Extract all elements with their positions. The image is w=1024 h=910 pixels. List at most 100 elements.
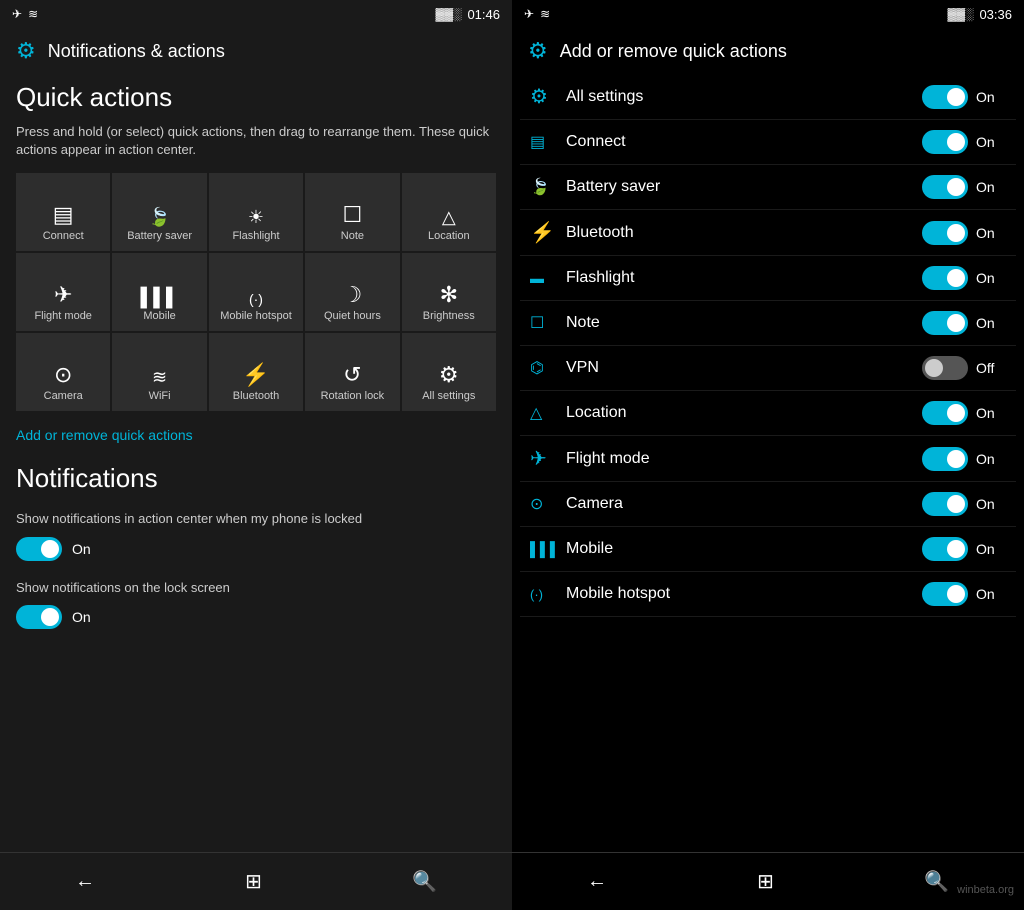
connect-toggle[interactable] — [922, 130, 968, 154]
all-settings-toggle-row: On — [922, 85, 1006, 109]
settings-item-all-settings: ⚙ All settings On — [520, 74, 1016, 120]
flight-mode-icon: ✈ — [530, 446, 566, 471]
bluetooth-toggle[interactable] — [922, 221, 968, 245]
tile-flight[interactable]: ✈ Flight mode — [16, 253, 110, 331]
tile-flashlight[interactable]: ☀ Flashlight — [209, 173, 303, 251]
tile-quiet[interactable]: ☽ Quiet hours — [305, 253, 399, 331]
right-home-button[interactable]: ⊞ — [737, 865, 794, 898]
left-header: ⚙ Notifications & actions — [0, 28, 512, 74]
right-gear-icon: ⚙ — [528, 38, 548, 64]
quick-actions-grid: ▤ Connect 🍃 Battery saver ☀ Flashlight ☐… — [16, 173, 496, 411]
signal-icon-1: ✈ — [12, 7, 22, 21]
note-label: Note — [566, 314, 922, 332]
tile-quiet-icon: ☽ — [343, 284, 363, 306]
tile-location[interactable]: △ Location — [402, 173, 496, 251]
tile-camera[interactable]: ⊙ Camera — [16, 333, 110, 411]
mobile-toggle[interactable] — [922, 537, 968, 561]
tile-hotspot-icon: (·) — [249, 292, 263, 306]
settings-item-hotspot: (·) Mobile hotspot On — [520, 572, 1016, 617]
tile-mobile[interactable]: ▌▌▌ Mobile — [112, 253, 206, 331]
left-header-title: Notifications & actions — [48, 41, 225, 62]
flight-toggle[interactable] — [922, 447, 968, 471]
tile-location-icon: △ — [442, 208, 456, 226]
tile-camera-icon: ⊙ — [54, 364, 72, 386]
settings-item-bluetooth: ⚡ Bluetooth On — [520, 210, 1016, 256]
settings-item-battery: 🍃 Battery saver On — [520, 165, 1016, 210]
battery-saver-icon: 🍃 — [530, 177, 566, 197]
right-header-title: Add or remove quick actions — [560, 41, 787, 62]
notif-lockscreen-state: On — [72, 609, 91, 625]
notif-lockscreen-toggle[interactable] — [16, 605, 62, 629]
tile-battery-icon: 🍃 — [148, 208, 170, 226]
flashlight-state: On — [976, 270, 1006, 286]
tile-note[interactable]: ☐ Note — [305, 173, 399, 251]
camera-toggle[interactable] — [922, 492, 968, 516]
left-search-button[interactable]: 🔍 — [392, 865, 457, 898]
location-toggle[interactable] — [922, 401, 968, 425]
signal-icon-2: ≋ — [28, 7, 38, 21]
notif-locked-toggle[interactable] — [16, 537, 62, 561]
note-toggle[interactable] — [922, 311, 968, 335]
tile-hotspot[interactable]: (·) Mobile hotspot — [209, 253, 303, 331]
tile-rotation-icon: ↺ — [343, 364, 361, 386]
tile-camera-label: Camera — [44, 390, 83, 403]
tile-battery-saver[interactable]: 🍃 Battery saver — [112, 173, 206, 251]
tile-brightness[interactable]: ✻ Brightness — [402, 253, 496, 331]
flashlight-icon: ▬ — [530, 270, 566, 286]
left-back-button[interactable]: ← — [55, 866, 115, 897]
right-back-button[interactable]: ← — [567, 866, 627, 897]
settings-item-vpn: ⌬ VPN Off — [520, 346, 1016, 391]
mobile-state: On — [976, 541, 1006, 557]
flashlight-toggle[interactable] — [922, 266, 968, 290]
battery-state: On — [976, 179, 1006, 195]
tile-wifi[interactable]: ≋ WiFi — [112, 333, 206, 411]
left-status-bar: ✈ ≋ ▓▓░ 01:46 — [0, 0, 512, 28]
note-toggle-row: On — [922, 311, 1006, 335]
flashlight-toggle-row: On — [922, 266, 1006, 290]
tile-note-icon: ☐ — [343, 204, 363, 226]
tile-connect[interactable]: ▤ Connect — [16, 173, 110, 251]
tile-hotspot-label: Mobile hotspot — [220, 310, 292, 323]
tile-connect-label: Connect — [43, 230, 84, 243]
hotspot-label: Mobile hotspot — [566, 585, 922, 603]
vpn-label: VPN — [566, 359, 922, 377]
left-time: 01:46 — [467, 7, 500, 22]
bluetooth-toggle-row: On — [922, 221, 1006, 245]
tile-brightness-label: Brightness — [423, 310, 475, 323]
tile-rotation[interactable]: ↺ Rotation lock — [305, 333, 399, 411]
left-bottom-nav: ← ⊞ 🔍 — [0, 852, 512, 910]
all-settings-icon: ⚙ — [530, 84, 566, 109]
battery-icon-left: ▓▓░ — [435, 7, 461, 21]
bluetooth-state: On — [976, 225, 1006, 241]
battery-toggle[interactable] — [922, 175, 968, 199]
vpn-toggle[interactable] — [922, 356, 968, 380]
battery-saver-label: Battery saver — [566, 178, 922, 196]
quick-actions-title: Quick actions — [16, 82, 496, 113]
connect-label: Connect — [566, 133, 922, 151]
add-remove-link[interactable]: Add or remove quick actions — [16, 427, 496, 443]
all-settings-toggle[interactable] — [922, 85, 968, 109]
tile-brightness-icon: ✻ — [440, 284, 458, 306]
tile-flight-icon: ✈ — [54, 284, 72, 306]
notif-locked-state: On — [72, 541, 91, 557]
flashlight-label: Flashlight — [566, 269, 922, 287]
left-home-button[interactable]: ⊞ — [225, 865, 282, 898]
notif-lockscreen-label: Show notifications on the lock screen — [16, 579, 496, 597]
right-status-right: ▓▓░ 03:36 — [947, 7, 1012, 22]
hotspot-toggle[interactable] — [922, 582, 968, 606]
flight-label: Flight mode — [566, 450, 922, 468]
settings-item-note: ☐ Note On — [520, 301, 1016, 346]
right-signal-icon-2: ≋ — [540, 7, 550, 21]
location-toggle-row: On — [922, 401, 1006, 425]
tile-all-settings[interactable]: ⚙ All settings — [402, 333, 496, 411]
notif-locked-item: Show notifications in action center when… — [16, 510, 496, 560]
tile-mobile-icon: ▌▌▌ — [140, 288, 178, 306]
tile-connect-icon: ▤ — [53, 204, 74, 226]
all-settings-label: All settings — [566, 88, 922, 106]
notif-lockscreen-toggle-row: On — [16, 605, 496, 629]
vpn-icon: ⌬ — [530, 358, 566, 378]
tile-bluetooth[interactable]: ⚡ Bluetooth — [209, 333, 303, 411]
tile-note-label: Note — [341, 230, 364, 243]
bluetooth-icon: ⚡ — [530, 220, 566, 245]
left-panel: ✈ ≋ ▓▓░ 01:46 ⚙ Notifications & actions … — [0, 0, 512, 910]
